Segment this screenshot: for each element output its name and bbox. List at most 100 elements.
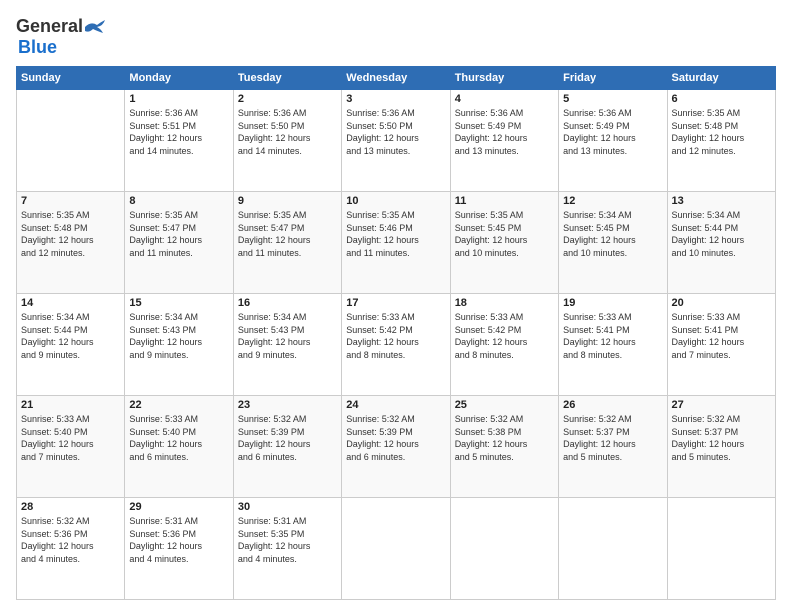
day-number: 22 bbox=[129, 399, 228, 411]
calendar-cell: 24 Sunrise: 5:32 AMSunset: 5:39 PMDayligh… bbox=[342, 396, 450, 498]
calendar-cell: 4 Sunrise: 5:36 AMSunset: 5:49 PMDaylight… bbox=[450, 90, 558, 192]
day-info: Sunrise: 5:32 AMSunset: 5:39 PMDaylight:… bbox=[238, 413, 337, 463]
day-number: 20 bbox=[672, 297, 771, 309]
day-info: Sunrise: 5:32 AMSunset: 5:38 PMDaylight:… bbox=[455, 413, 554, 463]
calendar-cell: 10 Sunrise: 5:35 AMSunset: 5:46 PMDayligh… bbox=[342, 192, 450, 294]
day-info: Sunrise: 5:35 AMSunset: 5:45 PMDaylight:… bbox=[455, 209, 554, 259]
calendar-cell: 29 Sunrise: 5:31 AMSunset: 5:36 PMDayligh… bbox=[125, 498, 233, 600]
day-info: Sunrise: 5:34 AMSunset: 5:45 PMDaylight:… bbox=[563, 209, 662, 259]
day-number: 15 bbox=[129, 297, 228, 309]
week-row-1: 1 Sunrise: 5:36 AMSunset: 5:51 PMDaylight… bbox=[17, 90, 776, 192]
day-number: 4 bbox=[455, 93, 554, 105]
calendar-cell: 26 Sunrise: 5:32 AMSunset: 5:37 PMDayligh… bbox=[559, 396, 667, 498]
weekday-header-tuesday: Tuesday bbox=[233, 67, 341, 90]
calendar-cell bbox=[17, 90, 125, 192]
week-row-4: 21 Sunrise: 5:33 AMSunset: 5:40 PMDayligh… bbox=[17, 396, 776, 498]
calendar-cell: 28 Sunrise: 5:32 AMSunset: 5:36 PMDayligh… bbox=[17, 498, 125, 600]
day-info: Sunrise: 5:36 AMSunset: 5:50 PMDaylight:… bbox=[346, 107, 445, 157]
day-info: Sunrise: 5:35 AMSunset: 5:47 PMDaylight:… bbox=[129, 209, 228, 259]
day-info: Sunrise: 5:33 AMSunset: 5:41 PMDaylight:… bbox=[672, 311, 771, 361]
calendar-cell: 21 Sunrise: 5:33 AMSunset: 5:40 PMDayligh… bbox=[17, 396, 125, 498]
calendar-cell: 6 Sunrise: 5:35 AMSunset: 5:48 PMDaylight… bbox=[667, 90, 775, 192]
calendar-cell: 16 Sunrise: 5:34 AMSunset: 5:43 PMDayligh… bbox=[233, 294, 341, 396]
day-number: 1 bbox=[129, 93, 228, 105]
day-info: Sunrise: 5:32 AMSunset: 5:37 PMDaylight:… bbox=[672, 413, 771, 463]
day-number: 12 bbox=[563, 195, 662, 207]
day-info: Sunrise: 5:34 AMSunset: 5:43 PMDaylight:… bbox=[129, 311, 228, 361]
weekday-header-thursday: Thursday bbox=[450, 67, 558, 90]
day-number: 23 bbox=[238, 399, 337, 411]
day-number: 19 bbox=[563, 297, 662, 309]
calendar-cell: 20 Sunrise: 5:33 AMSunset: 5:41 PMDayligh… bbox=[667, 294, 775, 396]
day-number: 29 bbox=[129, 501, 228, 513]
calendar-cell: 11Sunrise: 5:35 AMSunset: 5:45 PMDayligh… bbox=[450, 192, 558, 294]
day-info: Sunrise: 5:31 AMSunset: 5:36 PMDaylight:… bbox=[129, 515, 228, 565]
day-info: Sunrise: 5:36 AMSunset: 5:49 PMDaylight:… bbox=[455, 107, 554, 157]
calendar-cell bbox=[450, 498, 558, 600]
calendar-cell: 30 Sunrise: 5:31 AMSunset: 5:35 PMDayligh… bbox=[233, 498, 341, 600]
day-number: 24 bbox=[346, 399, 445, 411]
calendar-cell: 1 Sunrise: 5:36 AMSunset: 5:51 PMDaylight… bbox=[125, 90, 233, 192]
calendar-cell: 17Sunrise: 5:33 AMSunset: 5:42 PMDayligh… bbox=[342, 294, 450, 396]
calendar-cell: 13 Sunrise: 5:34 AMSunset: 5:44 PMDayligh… bbox=[667, 192, 775, 294]
week-row-3: 14 Sunrise: 5:34 AMSunset: 5:44 PMDayligh… bbox=[17, 294, 776, 396]
calendar-cell: 19 Sunrise: 5:33 AMSunset: 5:41 PMDayligh… bbox=[559, 294, 667, 396]
calendar-cell: 25 Sunrise: 5:32 AMSunset: 5:38 PMDayligh… bbox=[450, 396, 558, 498]
calendar-cell: 5 Sunrise: 5:36 AMSunset: 5:49 PMDaylight… bbox=[559, 90, 667, 192]
calendar-header: SundayMondayTuesdayWednesdayThursdayFrid… bbox=[17, 67, 776, 90]
day-info: Sunrise: 5:36 AMSunset: 5:49 PMDaylight:… bbox=[563, 107, 662, 157]
day-number: 16 bbox=[238, 297, 337, 309]
week-row-2: 7Sunrise: 5:35 AMSunset: 5:48 PMDaylight… bbox=[17, 192, 776, 294]
day-number: 14 bbox=[21, 297, 120, 309]
calendar-cell: 15 Sunrise: 5:34 AMSunset: 5:43 PMDayligh… bbox=[125, 294, 233, 396]
calendar-cell bbox=[667, 498, 775, 600]
day-info: Sunrise: 5:34 AMSunset: 5:44 PMDaylight:… bbox=[21, 311, 120, 361]
calendar-cell: 23 Sunrise: 5:32 AMSunset: 5:39 PMDayligh… bbox=[233, 396, 341, 498]
calendar-cell: 9 Sunrise: 5:35 AMSunset: 5:47 PMDaylight… bbox=[233, 192, 341, 294]
calendar-cell: 27Sunrise: 5:32 AMSunset: 5:37 PMDayligh… bbox=[667, 396, 775, 498]
calendar-cell: 8 Sunrise: 5:35 AMSunset: 5:47 PMDaylight… bbox=[125, 192, 233, 294]
day-number: 28 bbox=[21, 501, 120, 513]
day-number: 13 bbox=[672, 195, 771, 207]
day-info: Sunrise: 5:36 AMSunset: 5:51 PMDaylight:… bbox=[129, 107, 228, 157]
day-info: Sunrise: 5:32 AMSunset: 5:37 PMDaylight:… bbox=[563, 413, 662, 463]
day-info: Sunrise: 5:33 AMSunset: 5:41 PMDaylight:… bbox=[563, 311, 662, 361]
day-info: Sunrise: 5:35 AMSunset: 5:47 PMDaylight:… bbox=[238, 209, 337, 259]
weekday-header-friday: Friday bbox=[559, 67, 667, 90]
day-info: Sunrise: 5:33 AMSunset: 5:42 PMDaylight:… bbox=[455, 311, 554, 361]
calendar-cell bbox=[559, 498, 667, 600]
day-number: 30 bbox=[238, 501, 337, 513]
day-number: 5 bbox=[563, 93, 662, 105]
day-number: 10 bbox=[346, 195, 445, 207]
day-info: Sunrise: 5:34 AMSunset: 5:44 PMDaylight:… bbox=[672, 209, 771, 259]
calendar-cell: 18Sunrise: 5:33 AMSunset: 5:42 PMDayligh… bbox=[450, 294, 558, 396]
calendar-cell: 14 Sunrise: 5:34 AMSunset: 5:44 PMDayligh… bbox=[17, 294, 125, 396]
day-info: Sunrise: 5:35 AMSunset: 5:48 PMDaylight:… bbox=[672, 107, 771, 157]
weekday-header-sunday: Sunday bbox=[17, 67, 125, 90]
calendar-cell: 7Sunrise: 5:35 AMSunset: 5:48 PMDaylight… bbox=[17, 192, 125, 294]
calendar-cell: 3 Sunrise: 5:36 AMSunset: 5:50 PMDaylight… bbox=[342, 90, 450, 192]
calendar-cell bbox=[342, 498, 450, 600]
day-info: Sunrise: 5:35 AMSunset: 5:46 PMDaylight:… bbox=[346, 209, 445, 259]
weekday-header-row: SundayMondayTuesdayWednesdayThursdayFrid… bbox=[17, 67, 776, 90]
day-info: Sunrise: 5:33 AMSunset: 5:42 PMDaylight:… bbox=[346, 311, 445, 361]
calendar-cell: 12 Sunrise: 5:34 AMSunset: 5:45 PMDayligh… bbox=[559, 192, 667, 294]
day-info: Sunrise: 5:33 AMSunset: 5:40 PMDaylight:… bbox=[129, 413, 228, 463]
day-number: 25 bbox=[455, 399, 554, 411]
day-number: 6 bbox=[672, 93, 771, 105]
day-info: Sunrise: 5:32 AMSunset: 5:36 PMDaylight:… bbox=[21, 515, 120, 565]
day-info: Sunrise: 5:35 AMSunset: 5:48 PMDaylight:… bbox=[21, 209, 120, 259]
day-info: Sunrise: 5:34 AMSunset: 5:43 PMDaylight:… bbox=[238, 311, 337, 361]
logo: GeneralBlue bbox=[16, 16, 105, 58]
calendar-table: SundayMondayTuesdayWednesdayThursdayFrid… bbox=[16, 66, 776, 600]
day-number: 3 bbox=[346, 93, 445, 105]
weekday-header-wednesday: Wednesday bbox=[342, 67, 450, 90]
day-info: Sunrise: 5:33 AMSunset: 5:40 PMDaylight:… bbox=[21, 413, 120, 463]
day-number: 8 bbox=[129, 195, 228, 207]
day-number: 26 bbox=[563, 399, 662, 411]
day-info: Sunrise: 5:32 AMSunset: 5:39 PMDaylight:… bbox=[346, 413, 445, 463]
day-number: 9 bbox=[238, 195, 337, 207]
day-info: Sunrise: 5:31 AMSunset: 5:35 PMDaylight:… bbox=[238, 515, 337, 565]
day-number: 21 bbox=[21, 399, 120, 411]
weekday-header-saturday: Saturday bbox=[667, 67, 775, 90]
